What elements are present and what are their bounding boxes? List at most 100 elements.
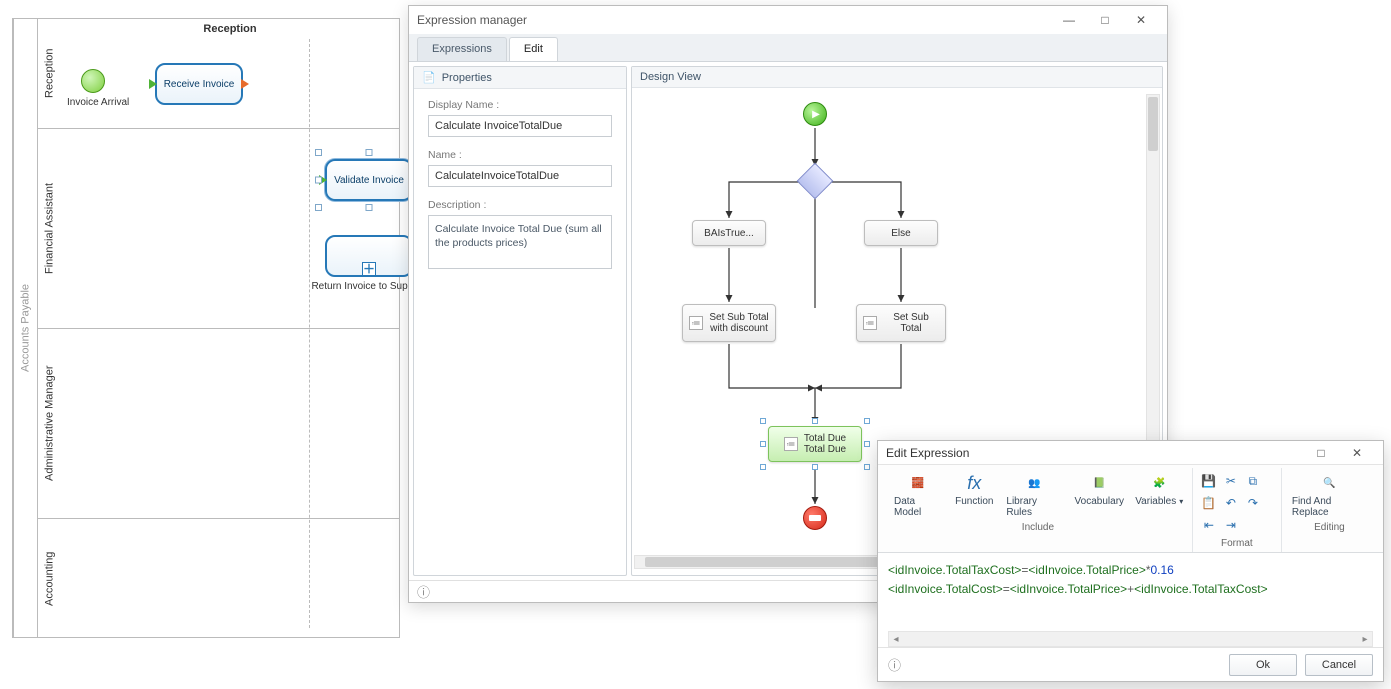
paste-icon[interactable]: 📋 xyxy=(1201,495,1217,511)
pool-title: Accounts Payable xyxy=(13,19,37,637)
lane-title-reception: Reception xyxy=(37,19,61,128)
help-icon[interactable]: ⓘ xyxy=(888,655,901,674)
tabs: Expressions Edit xyxy=(409,34,1167,62)
sequence-out-icon xyxy=(241,79,249,89)
lane-title-admin: Administrative Manager xyxy=(37,329,61,518)
ribbon-button-label: Variables xyxy=(1135,496,1176,507)
window-titlebar[interactable]: Edit Expression □ ✕ xyxy=(878,441,1383,465)
task-validate-invoice[interactable]: Validate Invoice xyxy=(325,159,413,201)
ribbon-button-label-wrap: Variables ▾ xyxy=(1135,496,1183,507)
undo-icon[interactable]: ↶ xyxy=(1223,495,1239,511)
window-titlebar[interactable]: Expression manager — □ ✕ xyxy=(409,6,1167,34)
phase-title: Reception xyxy=(61,23,399,35)
input-display-name[interactable]: Calculate InvoiceTotalDue xyxy=(428,115,612,137)
ribbon-button-vocabulary[interactable]: 📗 Vocabulary xyxy=(1074,470,1125,509)
scroll-left-button[interactable]: ◂ xyxy=(889,632,903,646)
cancel-button[interactable]: Cancel xyxy=(1305,654,1373,676)
cut-icon[interactable]: ✂ xyxy=(1223,473,1239,489)
pane-properties: 📄 Properties Display Name : Calculate In… xyxy=(413,66,627,576)
flow-node-total-due[interactable]: ≔ Total Due Total Due xyxy=(768,426,862,462)
input-name[interactable]: CalculateInvoiceTotalDue xyxy=(428,165,612,187)
save-icon[interactable]: 💾 xyxy=(1201,473,1217,489)
lane-financial-assistant: Financial Assistant Validate Invoice xyxy=(37,129,399,329)
flow-node-label: Total Due xyxy=(804,433,846,444)
help-icon[interactable]: ⓘ xyxy=(417,582,430,601)
ribbon-button-label: Library Rules xyxy=(1006,496,1062,518)
ribbon-button-function[interactable]: fx Function xyxy=(954,470,994,509)
start-event-invoice-arrival[interactable] xyxy=(81,69,105,93)
tab-edit[interactable]: Edit xyxy=(509,37,558,61)
task-label: Validate Invoice xyxy=(334,175,404,186)
pane-title: Properties xyxy=(442,72,492,84)
expr-token: <idInvoice.TotalPrice> xyxy=(1028,563,1145,577)
maximize-button[interactable]: □ xyxy=(1087,13,1123,27)
ribbon-button-label: Find And Replace xyxy=(1292,496,1367,518)
close-button[interactable]: ✕ xyxy=(1339,446,1375,460)
ribbon-button-label: Function xyxy=(955,496,993,507)
flow-node-baistrue[interactable]: BAIsTrue... xyxy=(692,220,766,246)
close-button[interactable]: ✕ xyxy=(1123,13,1159,27)
data-model-icon: 🧱 xyxy=(905,472,931,494)
expr-token: = xyxy=(1003,582,1010,596)
ribbon: 🧱 Data Model fx Function 👥 Library Rules… xyxy=(878,465,1383,553)
ribbon-button-label: Vocabulary xyxy=(1075,496,1124,507)
action-icon: ≔ xyxy=(784,437,798,451)
chevron-down-icon: ▾ xyxy=(1179,497,1183,506)
flow-node-label-2: Total Due xyxy=(804,444,846,455)
flow-node-label: BAIsTrue... xyxy=(704,228,754,239)
pane-header-properties: 📄 Properties xyxy=(414,67,626,89)
scrollbar-thumb[interactable] xyxy=(1148,97,1158,151)
task-receive-invoice[interactable]: Receive Invoice xyxy=(155,63,243,105)
maximize-button[interactable]: □ xyxy=(1303,446,1339,460)
ribbon-button-variables[interactable]: 🧩 Variables ▾ xyxy=(1135,470,1184,509)
window-edit-expression[interactable]: Edit Expression □ ✕ 🧱 Data Model fx Func… xyxy=(877,440,1384,682)
copy-icon[interactable]: ⧉ xyxy=(1245,473,1261,489)
variables-icon: 🧩 xyxy=(1146,472,1172,494)
lane-reception: Reception Reception Invoice Arrival Rece… xyxy=(37,19,399,129)
sequence-in-icon xyxy=(319,175,327,185)
dialog-footer: ⓘ Ok Cancel xyxy=(878,647,1383,681)
indent-icon[interactable]: ⇥ xyxy=(1223,517,1239,533)
outdent-icon[interactable]: ⇤ xyxy=(1201,517,1217,533)
pool-accounts-payable: Accounts Payable Reception Reception Inv… xyxy=(12,18,400,638)
ribbon-button-find-replace[interactable]: 🔍 Find And Replace xyxy=(1290,470,1369,520)
label-name: Name : xyxy=(428,149,612,161)
lane-title-financial: Financial Assistant xyxy=(37,129,61,328)
function-icon: fx xyxy=(961,472,987,494)
scroll-right-button[interactable]: ▸ xyxy=(1358,632,1372,646)
flow-node-label: Set Sub Total xyxy=(883,312,939,334)
editor-horizontal-scrollbar[interactable]: ◂ ▸ xyxy=(888,631,1373,647)
expr-token: <idInvoice.TotalTaxCost> xyxy=(1134,582,1267,596)
flow-node-label: Set Sub Total with discount xyxy=(709,312,769,334)
window-title: Edit Expression xyxy=(886,446,969,460)
flow-decision-node[interactable] xyxy=(797,163,834,200)
flow-node-set-subtotal[interactable]: ≔ Set Sub Total xyxy=(856,304,946,342)
library-rules-icon: 👥 xyxy=(1021,472,1047,494)
expr-token: <idInvoice.TotalTaxCost> xyxy=(888,563,1021,577)
tab-expressions[interactable]: Expressions xyxy=(417,37,507,61)
action-icon: ≔ xyxy=(863,316,877,330)
expr-token: 0.16 xyxy=(1151,563,1174,577)
action-icon: ≔ xyxy=(689,316,703,330)
ok-button[interactable]: Ok xyxy=(1229,654,1297,676)
redo-icon[interactable]: ↷ xyxy=(1245,495,1261,511)
start-event-label: Invoice Arrival xyxy=(67,97,129,108)
task-return-invoice[interactable]: ＋ Return Invoice to Supplier xyxy=(325,235,413,277)
ribbon-group-format: 💾 ✂ ⧉ 📋 ↶ ↷ ⇤ ⇥ Format xyxy=(1193,468,1282,552)
flow-start-node[interactable] xyxy=(803,102,827,126)
vocabulary-icon: 📗 xyxy=(1086,472,1112,494)
flow-end-node[interactable] xyxy=(803,506,827,530)
ribbon-button-library-rules[interactable]: 👥 Library Rules xyxy=(1004,470,1064,520)
ribbon-group-caption: Include xyxy=(1022,522,1054,533)
properties-icon: 📄 xyxy=(422,71,436,84)
minimize-button[interactable]: — xyxy=(1051,13,1087,27)
ribbon-group-caption: Editing xyxy=(1314,522,1345,533)
pane-header-design-view: Design View xyxy=(632,67,1162,88)
flow-node-else[interactable]: Else xyxy=(864,220,938,246)
flow-node-set-subtotal-discount[interactable]: ≔ Set Sub Total with discount xyxy=(682,304,776,342)
expression-editor[interactable]: <idInvoice.TotalTaxCost> = <idInvoice.Tota… xyxy=(878,553,1383,631)
flow-node-label: Else xyxy=(891,228,910,239)
ribbon-button-data-model[interactable]: 🧱 Data Model xyxy=(892,470,944,520)
ribbon-group-caption: Format xyxy=(1221,538,1253,549)
input-description[interactable]: Calculate Invoice Total Due (sum all the… xyxy=(428,215,612,269)
